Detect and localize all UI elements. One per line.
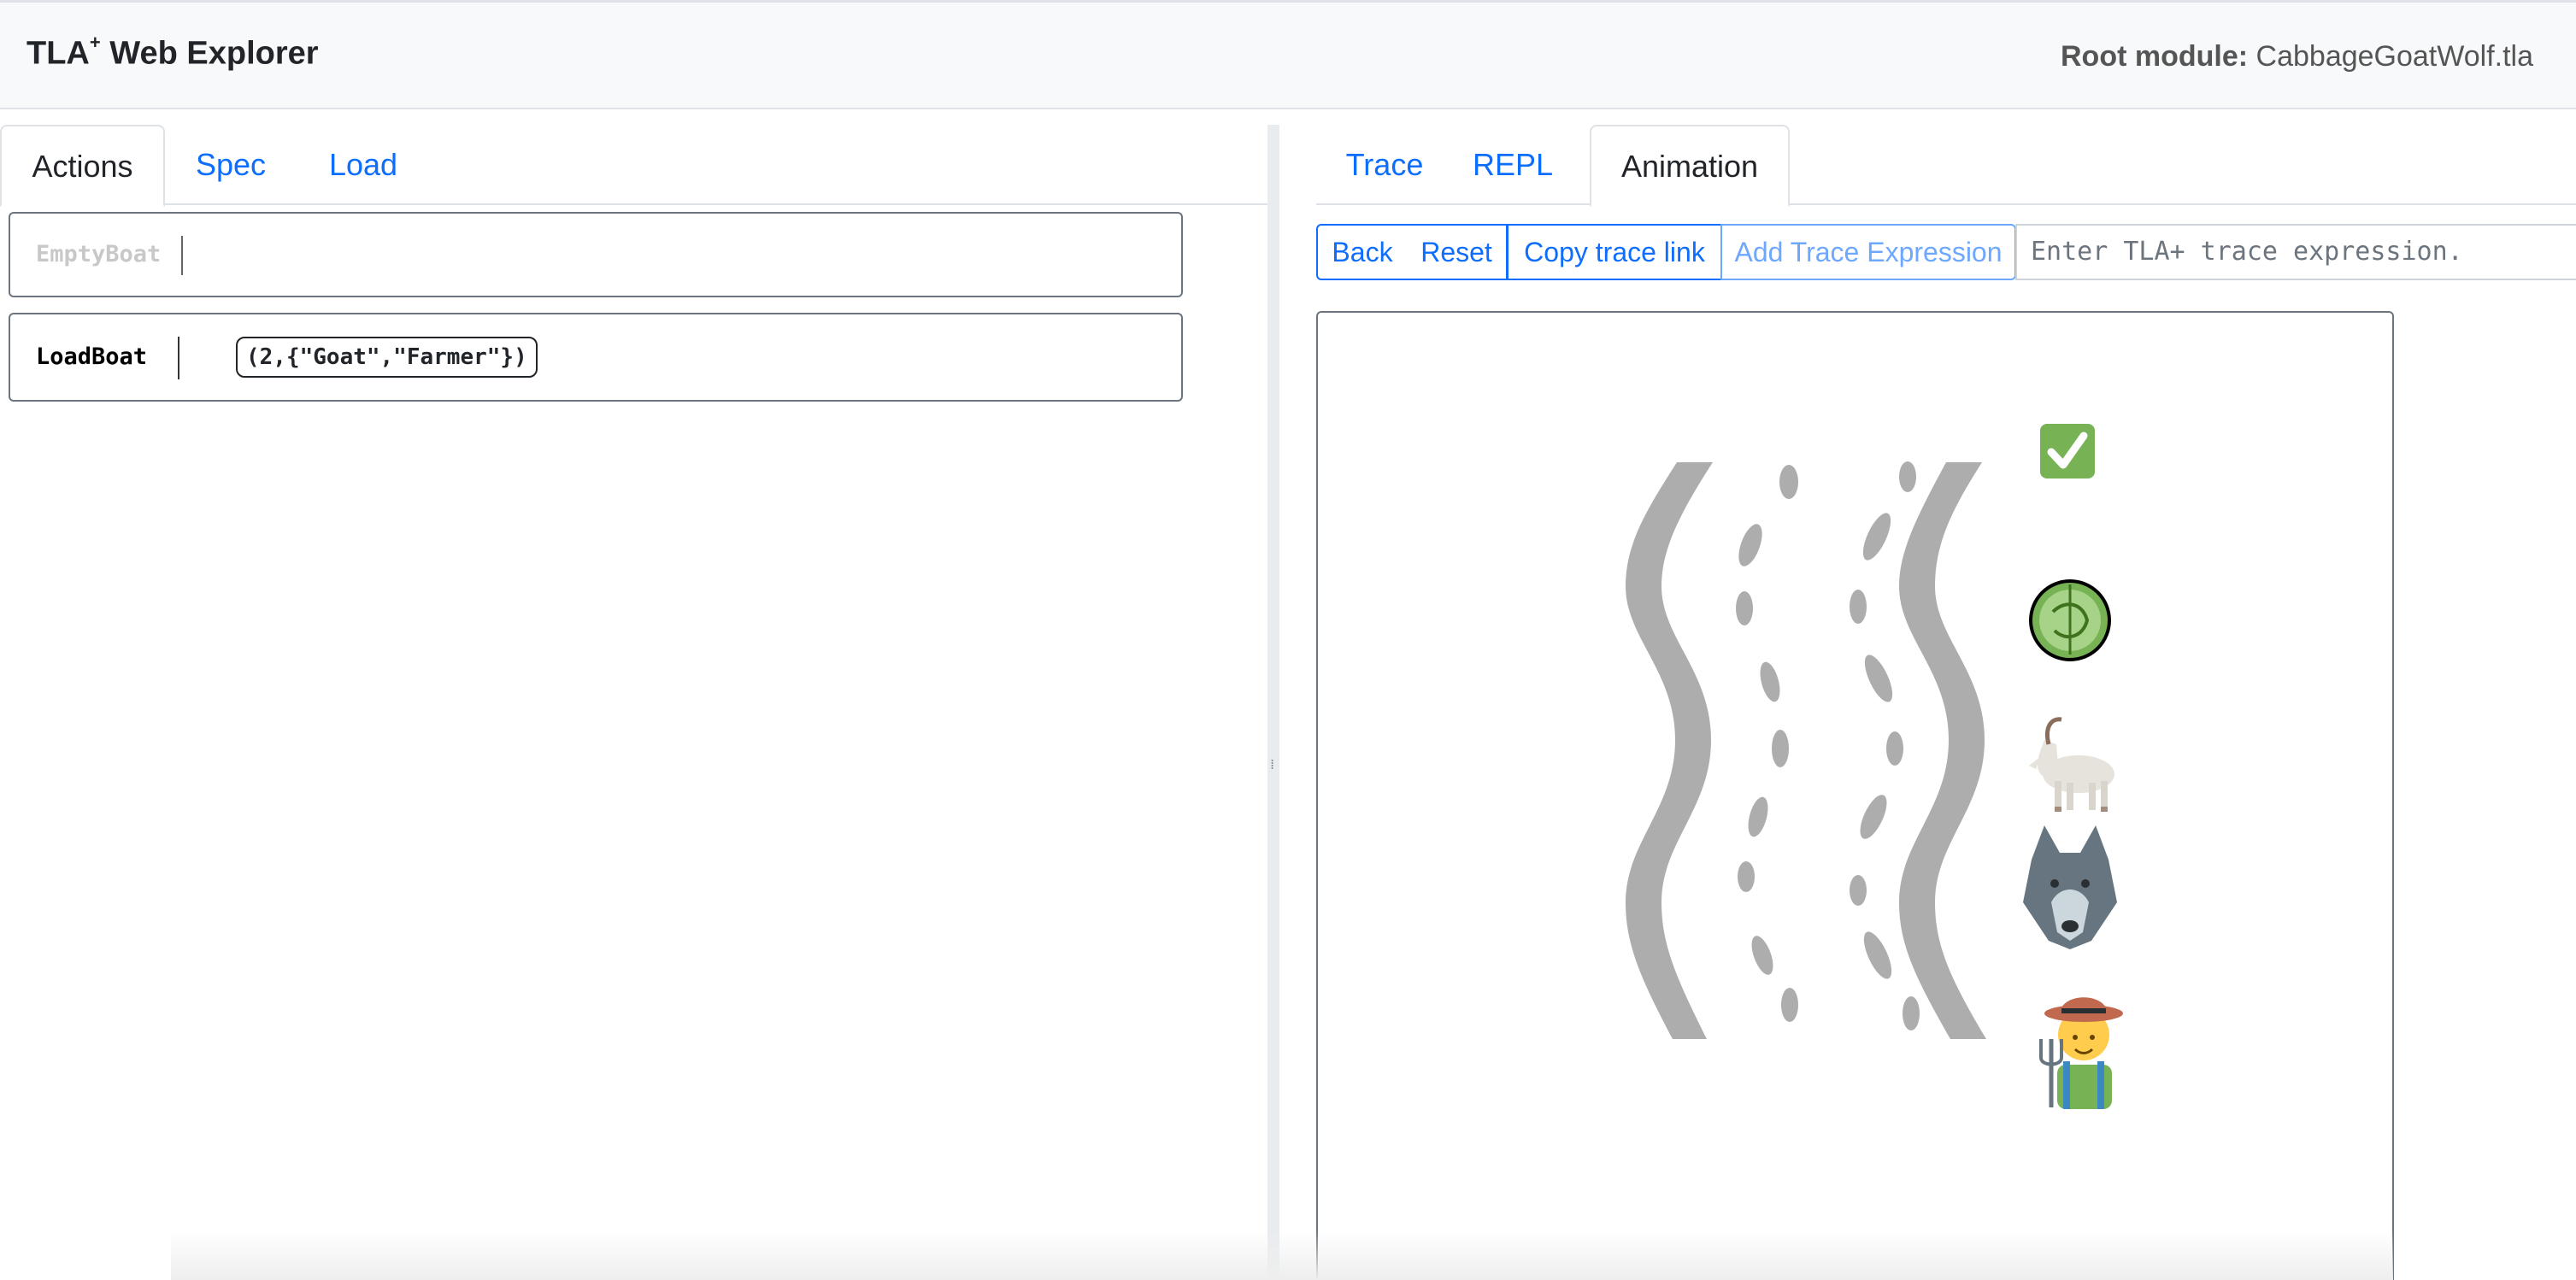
action-name: LoadBoat <box>36 343 148 370</box>
action-row-emptyboat[interactable]: EmptyBoat <box>9 212 1183 297</box>
splitter-grip-icon[interactable]: ⁞ <box>1270 756 1277 773</box>
goat-icon <box>2029 717 2114 812</box>
root-module-indicator: Root module: CabbageGoatWolf.tla <box>2061 40 2533 73</box>
check-mark-icon <box>2040 424 2095 479</box>
right-tab-bar: Trace REPL Animation <box>1316 125 2576 207</box>
animation-canvas <box>1626 424 2123 1109</box>
back-button[interactable]: Back <box>1316 224 1409 280</box>
tab-spec[interactable]: Spec <box>179 125 282 207</box>
animation-panel <box>1316 311 2394 1280</box>
action-row-loadboat[interactable]: LoadBoat (2,{"Goat","Farmer"}) <box>9 313 1183 402</box>
tab-load[interactable]: Load <box>316 125 410 207</box>
app-title: TLA+ Web Explorer <box>26 32 319 72</box>
action-param-button[interactable]: (2,{"Goat","Farmer"}) <box>236 337 538 378</box>
left-tab-bar: Actions Spec Load <box>0 125 1267 207</box>
tab-repl[interactable]: REPL <box>1453 125 1573 207</box>
river-icon <box>1626 461 1986 1039</box>
reset-button[interactable]: Reset <box>1407 224 1508 280</box>
action-separator <box>178 337 179 379</box>
top-navbar: TLA+ Web Explorer Root module: CabbageGo… <box>0 0 2576 109</box>
tab-actions[interactable]: Actions <box>0 125 165 207</box>
trace-expression-input[interactable]: Enter TLA+ trace expression. <box>2015 224 2576 280</box>
copy-trace-link-button[interactable]: Copy trace link <box>1507 224 1722 280</box>
wolf-icon <box>2023 825 2117 949</box>
root-module-file: CabbageGoatWolf.tla <box>2255 40 2533 73</box>
root-module-label: Root module: <box>2061 40 2249 73</box>
action-separator <box>181 236 183 275</box>
tab-animation[interactable]: Animation <box>1590 125 1790 207</box>
pane-splitter[interactable] <box>1267 125 1279 1280</box>
cabbage-icon <box>2029 579 2111 661</box>
add-trace-expression-button[interactable]: Add Trace Expression <box>1720 224 2016 280</box>
action-name: EmptyBoat <box>36 241 162 267</box>
farmer-icon <box>2039 997 2123 1109</box>
tab-trace[interactable]: Trace <box>1316 125 1453 207</box>
